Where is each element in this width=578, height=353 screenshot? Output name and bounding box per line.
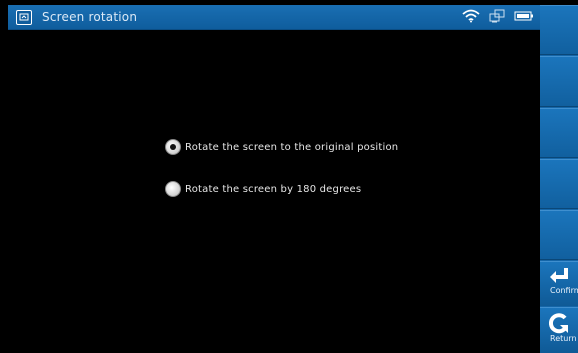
- status-icons: [462, 9, 534, 23]
- side-slot-4: [540, 159, 578, 209]
- main-content: Rotate the screen to the original positi…: [8, 30, 540, 346]
- battery-icon: [514, 10, 534, 22]
- radio-unselected-icon[interactable]: [165, 181, 181, 197]
- side-slot-1: [540, 5, 578, 55]
- side-slot-5: [540, 210, 578, 260]
- option-original-position-label: Rotate the screen to the original positi…: [185, 141, 399, 153]
- side-panel: Confirm Return: [540, 5, 578, 353]
- enter-arrow-icon: [548, 262, 570, 286]
- confirm-button-label: Confirm: [550, 286, 578, 295]
- side-slot-2: [540, 56, 578, 107]
- wifi-icon: [462, 9, 480, 23]
- side-slot-3: [540, 108, 578, 158]
- return-button[interactable]: Return: [540, 307, 578, 353]
- screen-frame: Screen rotation Rotate the screen to the…: [0, 0, 578, 353]
- confirm-button[interactable]: Confirm: [540, 261, 578, 306]
- page-title: Screen rotation: [42, 10, 138, 24]
- return-arrow-icon: [548, 308, 570, 334]
- option-original-position[interactable]: Rotate the screen to the original positi…: [165, 139, 398, 155]
- radio-selected-icon[interactable]: [165, 139, 181, 155]
- option-rotate-180-label: Rotate the screen by 180 degrees: [185, 183, 362, 195]
- network-icon: [488, 9, 506, 23]
- title-bar: Screen rotation: [8, 5, 540, 30]
- return-button-label: Return: [550, 334, 577, 343]
- screen-rotation-app-icon: [16, 9, 32, 25]
- option-rotate-180[interactable]: Rotate the screen by 180 degrees: [165, 181, 361, 197]
